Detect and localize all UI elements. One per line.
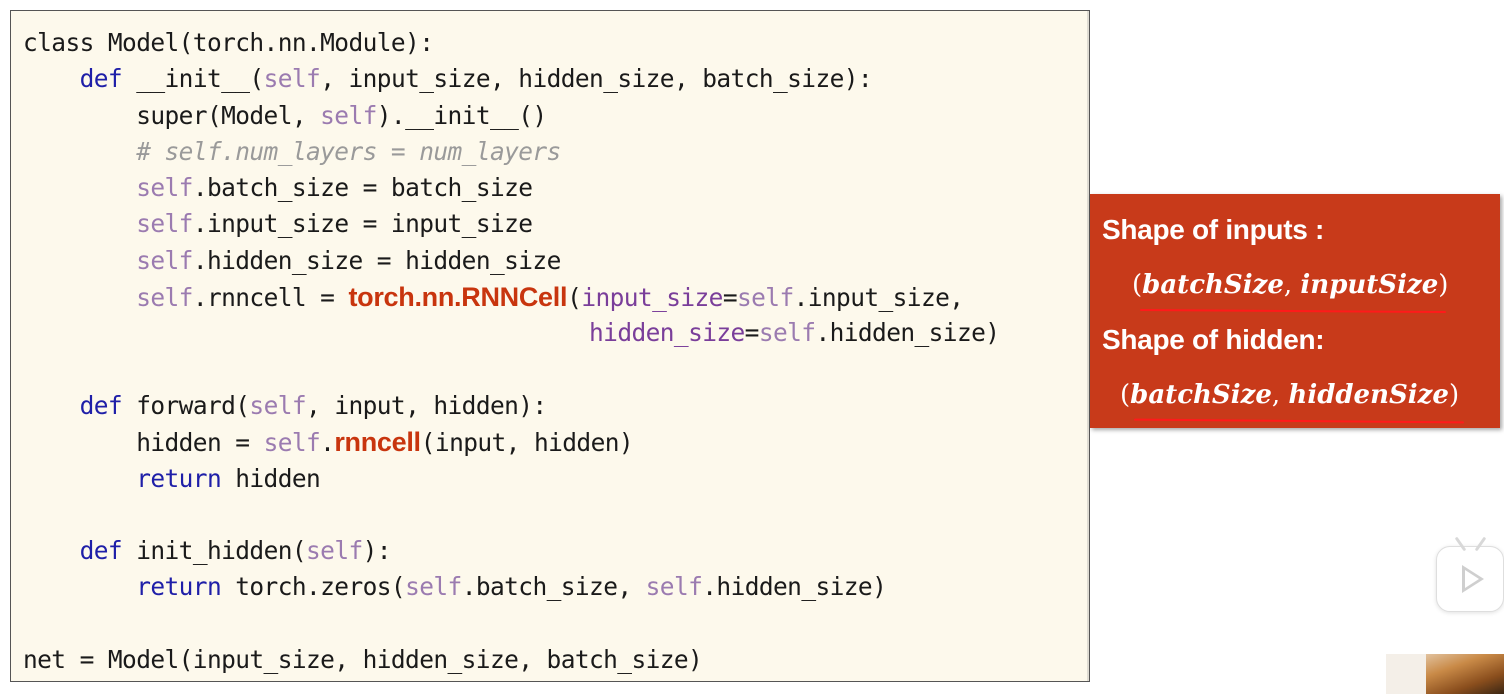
hidden-underline xyxy=(1133,418,1465,424)
code-token: rnncell xyxy=(334,427,421,458)
code-line: self.hidden_size = hidden_size xyxy=(23,243,999,279)
code-token: self xyxy=(263,428,321,458)
code-token: .input_size = input_size xyxy=(192,209,533,239)
play-button[interactable] xyxy=(1436,536,1504,612)
code-token: # self.num_layers = num_layers xyxy=(136,136,561,166)
code-line: def init_hidden(self): xyxy=(23,533,999,569)
inputs-shape-formula: (batchSize, inputSize) xyxy=(1132,270,1449,300)
code-token: __init__( xyxy=(122,64,264,94)
code-token: self xyxy=(136,173,193,203)
code-token: ).__init__() xyxy=(376,100,547,130)
inputs-shape-title: Shape of inputs : xyxy=(1102,214,1325,245)
code-line: # self.num_layers = num_layers xyxy=(23,134,999,170)
code-token: return xyxy=(136,463,222,493)
code-token: def xyxy=(79,64,123,94)
play-icon xyxy=(1462,565,1484,593)
code-line: def __init__(self, input_size, hidden_si… xyxy=(23,61,999,97)
code-token: = xyxy=(744,318,760,348)
code-token: def xyxy=(79,390,123,420)
code-token: net = Model(input_size, hidden_size, bat… xyxy=(23,645,703,675)
code-token: def xyxy=(79,536,123,566)
code-token: (input, hidden) xyxy=(420,428,634,458)
code-block: class Model(torch.nn.Module): def __init… xyxy=(23,25,1000,678)
code-line: class Model(torch.nn.Module): xyxy=(23,25,999,61)
code-line: hidden = self.rnncell(input, hidden) xyxy=(23,424,999,460)
code-line: def forward(self, input, hidden): xyxy=(23,388,999,424)
code-token: torch.zeros( xyxy=(221,572,406,602)
code-token: ): xyxy=(362,536,392,566)
code-token: .batch_size = batch_size xyxy=(192,173,533,203)
code-token: self xyxy=(306,536,363,566)
code-token: torch.nn.RNNCell xyxy=(348,282,568,313)
code-token: self xyxy=(645,572,703,602)
code-token: super(Model, xyxy=(23,100,321,130)
tv-ear-right xyxy=(1474,536,1487,552)
code-token: hidden = xyxy=(23,428,264,458)
code-token: .hidden_size) xyxy=(815,318,1000,348)
code-token: .hidden_size) xyxy=(702,572,887,602)
code-token: self xyxy=(320,100,377,130)
code-token: self xyxy=(405,572,462,602)
code-line: net = Model(input_size, hidden_size, bat… xyxy=(23,642,999,678)
code-token: self xyxy=(136,283,193,313)
shape-info-panel: Shape of inputs : (batchSize, inputSize)… xyxy=(1090,194,1500,428)
code-line: return torch.zeros(self.batch_size, self… xyxy=(23,569,999,605)
code-token: hidden_size xyxy=(589,318,745,348)
code-token: .input_size, xyxy=(793,283,964,313)
code-line: hidden_size=self.hidden_size) xyxy=(23,315,1000,351)
hidden-shape-title: Shape of hidden: xyxy=(1102,324,1325,355)
code-token: , input_size, hidden_size, batch_size): xyxy=(320,64,873,94)
code-token: class Model(torch.nn.Module): xyxy=(23,28,434,57)
code-token: .hidden_size = hidden_size xyxy=(192,245,562,275)
code-token: ( xyxy=(567,283,582,313)
code-token: return xyxy=(136,572,222,602)
code-token: input_size xyxy=(581,283,723,313)
code-line: self.rnncell = torch.nn.RNNCell(input_si… xyxy=(23,279,999,315)
code-token: self xyxy=(136,209,193,239)
tv-ear-left xyxy=(1454,536,1467,552)
code-token: self xyxy=(737,283,794,313)
inputs-underline xyxy=(1139,308,1447,314)
code-token: self xyxy=(136,245,193,275)
code-token: . xyxy=(320,428,335,458)
code-slide: class Model(torch.nn.Module): def __init… xyxy=(10,10,1090,682)
code-token: init_hidden( xyxy=(122,536,307,566)
webcam-thumbnail xyxy=(1386,654,1504,694)
code-line: super(Model, self).__init__() xyxy=(23,98,999,134)
code-token: .rnncell = xyxy=(192,283,349,313)
code-token: hidden xyxy=(221,463,321,493)
code-token: self xyxy=(249,390,307,420)
code-token: self xyxy=(758,318,816,348)
code-line: self.input_size = input_size xyxy=(23,206,999,242)
hidden-shape-formula: (batchSize, hiddenSize) xyxy=(1120,380,1460,410)
code-token: .batch_size, xyxy=(461,572,646,602)
code-token: self xyxy=(263,64,321,94)
code-token: = xyxy=(722,283,738,313)
code-line: return hidden xyxy=(23,461,999,497)
code-token: forward( xyxy=(122,390,250,420)
code-line: self.batch_size = batch_size xyxy=(23,170,999,206)
code-token: , input, hidden): xyxy=(306,390,547,420)
